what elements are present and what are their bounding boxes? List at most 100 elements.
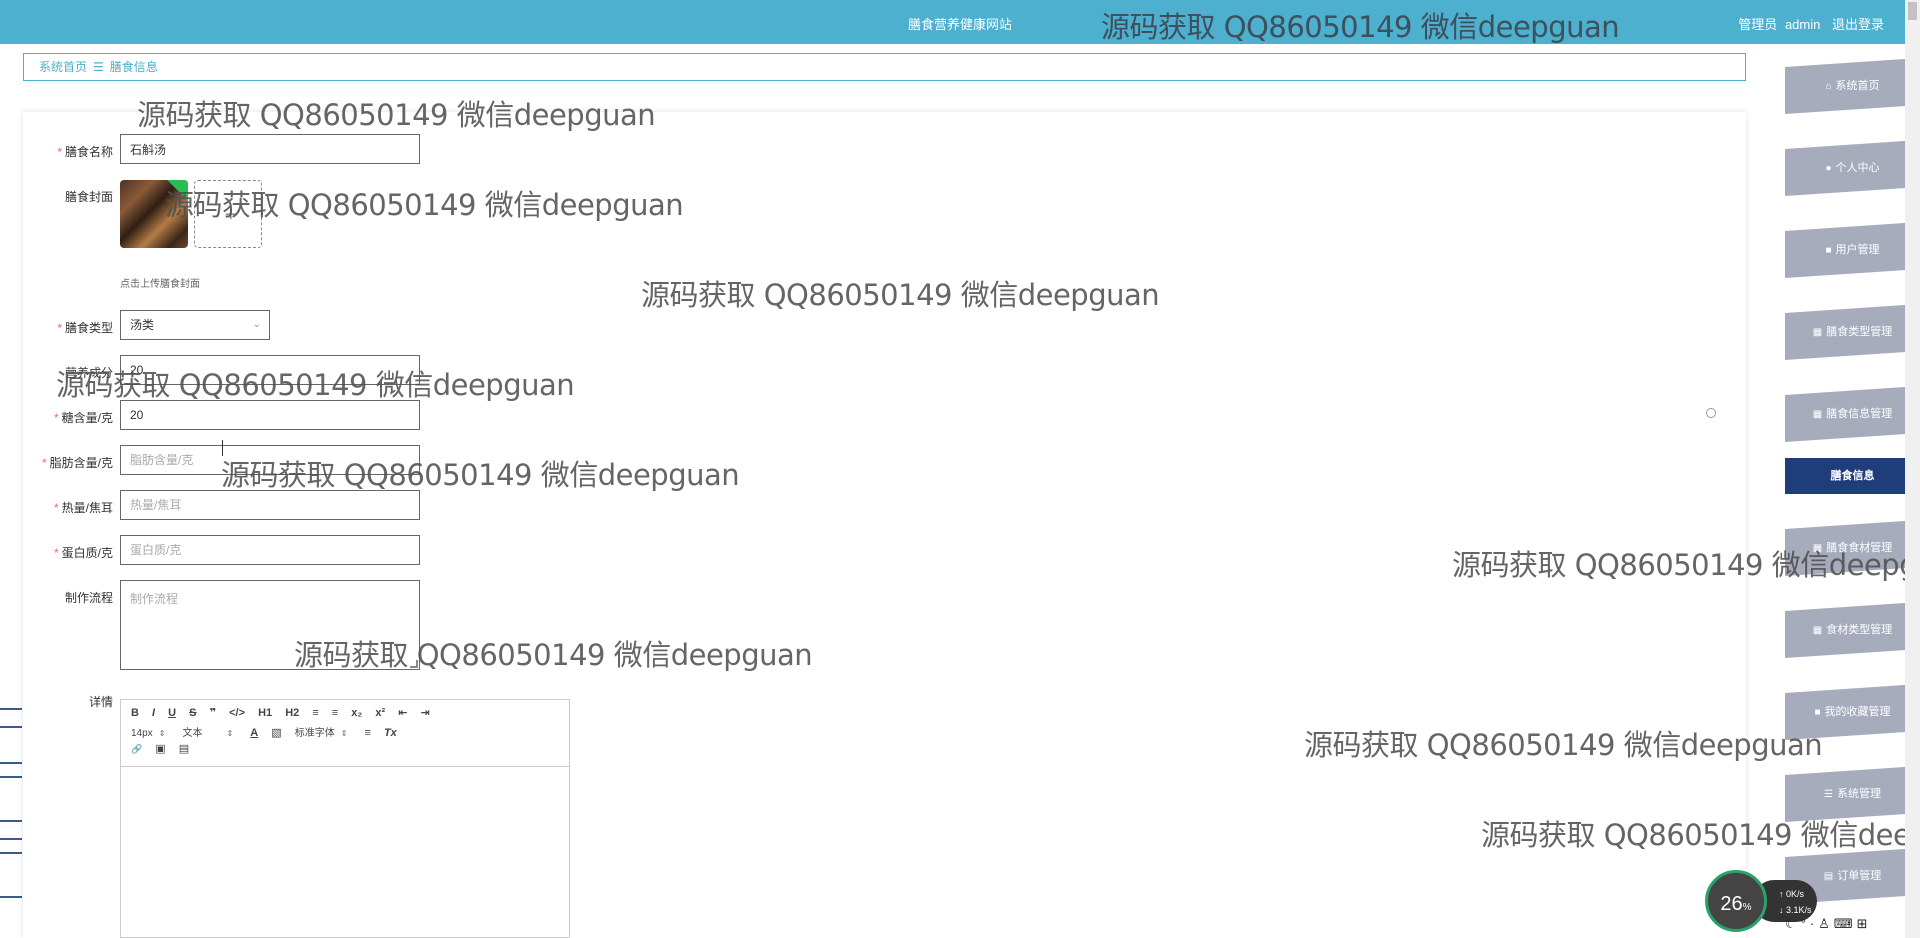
process-textarea[interactable]: 制作流程 bbox=[120, 580, 420, 670]
name-input[interactable] bbox=[120, 134, 420, 164]
fat-label: * 脂肪含量/克 bbox=[41, 456, 113, 470]
degree-icon: ° bbox=[1800, 916, 1810, 931]
decorative-line bbox=[0, 852, 22, 854]
resize-handle-icon[interactable] bbox=[410, 660, 418, 668]
sidebar-item-ingredient-type[interactable]: ▦ 食材类型管理 bbox=[1785, 602, 1920, 658]
decorative-line bbox=[0, 820, 22, 822]
sugar-label: * 糖含量/克 bbox=[53, 411, 113, 425]
user-icon: ● bbox=[1825, 163, 1832, 174]
decorative-line bbox=[0, 896, 22, 898]
strike-button[interactable]: S bbox=[189, 707, 196, 719]
username: admin bbox=[1784, 17, 1821, 32]
rich-text-editor[interactable]: B I U S ❞ </> H1 H2 ≡ ≡ x₂ x² ⇤ ⇥ 14px ⇕ … bbox=[120, 699, 570, 938]
name-label: * 膳食名称 bbox=[57, 145, 113, 159]
decorative-line bbox=[0, 776, 22, 778]
sidebar-item-diet-info[interactable]: 膳食信息 bbox=[1785, 458, 1920, 494]
bullet-list-button[interactable]: ≡ bbox=[332, 707, 338, 719]
sidebar-item-ingredients[interactable]: ▦ 膳食食材管理 bbox=[1785, 520, 1920, 576]
text-cursor-icon bbox=[222, 440, 224, 456]
align-button[interactable]: ≡ bbox=[364, 727, 370, 739]
image-icon[interactable]: ▣ bbox=[155, 742, 165, 755]
sidebar: ⌂ 系统首页 ● 个人中心 ■ 用户管理 ▦ 膳食类型管理 ▦ 膳食信息管理 膳食信息 ▦… bbox=[1785, 44, 1920, 938]
calories-input[interactable] bbox=[120, 490, 420, 520]
scrollbar[interactable] bbox=[1905, 0, 1920, 938]
h1-button[interactable]: H1 bbox=[258, 707, 272, 719]
grid-icon: ▦ bbox=[1812, 409, 1823, 420]
details-label: 详情 bbox=[88, 695, 113, 709]
sidebar-item-system[interactable]: ☰ 系统管理 bbox=[1785, 766, 1920, 822]
indent-button[interactable]: ⇥ bbox=[420, 706, 429, 719]
breadcrumb-separator-icon: ☰ bbox=[93, 60, 104, 74]
decorative-line bbox=[0, 838, 22, 840]
upload-button[interactable]: + bbox=[194, 180, 262, 248]
home-icon: ⌂ bbox=[1825, 81, 1832, 92]
background-color-button[interactable]: ▧ bbox=[271, 726, 281, 739]
decorative-line bbox=[0, 708, 22, 710]
font-family-select[interactable]: 标准字体 ⇕ bbox=[295, 724, 348, 739]
type-label: * 膳食类型 bbox=[57, 321, 113, 335]
top-bar: 膳食营养健康网站 管理员 admin 退出登录 bbox=[0, 0, 1920, 44]
user-tray-icon: ♙ bbox=[1818, 916, 1834, 931]
sidebar-item-diet-type[interactable]: ▦ 膳食类型管理 bbox=[1785, 304, 1920, 360]
breadcrumb: 系统首页 ☰ 膳食信息 bbox=[23, 53, 1746, 81]
sidebar-item-users[interactable]: ■ 用户管理 bbox=[1785, 222, 1920, 278]
video-icon[interactable]: ▤ bbox=[179, 742, 189, 755]
menu-icon: ☰ bbox=[1824, 789, 1833, 800]
ordered-list-button[interactable]: ≡ bbox=[312, 707, 318, 719]
sidebar-item-diet-info-manage[interactable]: ▦ 膳食信息管理 bbox=[1785, 386, 1920, 442]
text-style-select[interactable]: 文本 ⇕ bbox=[182, 724, 233, 739]
dot-icon: · bbox=[1809, 916, 1819, 931]
italic-button[interactable]: I bbox=[152, 707, 155, 719]
keyboard-icon: ⌨ bbox=[1833, 916, 1857, 931]
font-size-select[interactable]: 14px ⇕ bbox=[131, 728, 165, 739]
cover-thumbnail[interactable] bbox=[120, 180, 188, 248]
cpu-usage-gauge: 26% bbox=[1705, 870, 1767, 932]
sugar-input[interactable] bbox=[120, 400, 420, 430]
subscript-button[interactable]: x₂ bbox=[351, 707, 362, 719]
grid-icon: ▦ bbox=[1812, 327, 1823, 338]
cover-label: 膳食封面 bbox=[64, 190, 113, 204]
bold-button[interactable]: B bbox=[131, 707, 139, 719]
upload-hint: 点击上传膳食封面 bbox=[120, 279, 200, 290]
site-title: 膳食营养健康网站 bbox=[908, 17, 1013, 32]
nutrition-input[interactable] bbox=[120, 355, 420, 385]
scrollbar-thumb[interactable] bbox=[1908, 2, 1917, 20]
decorative-line bbox=[0, 762, 22, 764]
bookmark-icon: ■ bbox=[1814, 707, 1821, 718]
table-icon: ▤ bbox=[1823, 871, 1834, 882]
superscript-button[interactable]: x² bbox=[375, 707, 385, 719]
underline-button[interactable]: U bbox=[168, 707, 176, 719]
outdent-button[interactable]: ⇤ bbox=[398, 706, 407, 719]
form-card: *膳食名称 膳食封面 + 点击上传膳食封面 *膳食类型 汤类⌄ 营养成分 *糖含… bbox=[23, 112, 1746, 938]
calories-label: * 热量/焦耳 bbox=[53, 501, 113, 515]
sidebar-item-profile[interactable]: ● 个人中心 bbox=[1785, 140, 1920, 196]
grid-icon: ▦ bbox=[1812, 625, 1823, 636]
breadcrumb-home[interactable]: 系统首页 bbox=[39, 60, 87, 74]
font-color-button[interactable]: A bbox=[250, 727, 258, 739]
grid-icon: ▦ bbox=[1812, 543, 1823, 554]
upload-arrow-icon: ↑ bbox=[1779, 889, 1784, 899]
h2-button[interactable]: H2 bbox=[285, 707, 299, 719]
user-area: 管理员 admin 退出登录 bbox=[1730, 14, 1884, 33]
decorative-line bbox=[0, 726, 22, 728]
type-select[interactable]: 汤类 ⌄ bbox=[120, 310, 270, 340]
protein-input[interactable] bbox=[120, 535, 420, 565]
clear-format-button[interactable]: Tx bbox=[384, 727, 397, 739]
clear-icon[interactable] bbox=[1706, 408, 1716, 418]
editor-toolbar: B I U S ❞ </> H1 H2 ≡ ≡ x₂ x² ⇤ ⇥ 14px ⇕ … bbox=[121, 700, 569, 767]
plus-icon: + bbox=[225, 204, 237, 226]
users-icon: ■ bbox=[1825, 245, 1832, 256]
moon-icon: ☾ bbox=[1785, 916, 1801, 931]
code-button[interactable]: </> bbox=[229, 707, 245, 719]
apps-icon: ⊞ bbox=[1856, 916, 1872, 931]
sidebar-item-favorites[interactable]: ■ 我的收藏管理 bbox=[1785, 684, 1920, 740]
logout-link[interactable]: 退出登录 bbox=[1832, 17, 1884, 32]
fat-input[interactable] bbox=[120, 445, 420, 475]
protein-label: * 蛋白质/克 bbox=[53, 546, 113, 560]
process-label: 制作流程 bbox=[64, 591, 113, 605]
breadcrumb-current: 膳食信息 bbox=[109, 60, 158, 74]
nutrition-label: 营养成分 bbox=[64, 366, 113, 380]
sidebar-item-home[interactable]: ⌂ 系统首页 bbox=[1785, 58, 1920, 114]
link-icon[interactable]: 🔗 bbox=[131, 744, 142, 755]
blockquote-button[interactable]: ❞ bbox=[210, 706, 216, 719]
